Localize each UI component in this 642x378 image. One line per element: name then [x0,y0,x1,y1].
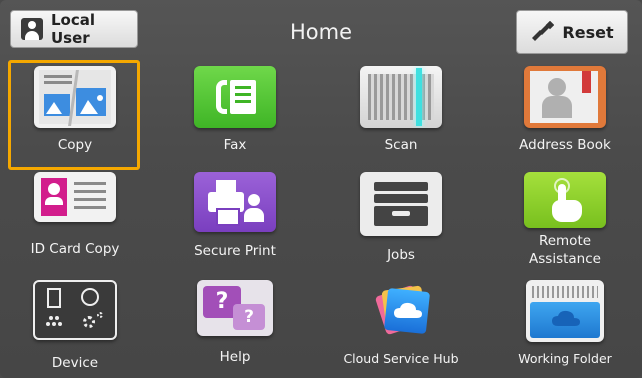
app-tile-jobs[interactable]: Jobs [326,172,476,282]
home-screen: Local User Home Reset Copy Fax Scan Addr… [0,0,642,378]
working-folder-icon [526,280,604,342]
device-icon [33,280,117,340]
secure-print-icon [194,172,276,232]
app-label: ID Card Copy [30,241,120,257]
app-tile-scan[interactable]: Scan [326,66,476,176]
app-label-line2: Assistance [529,251,601,267]
app-tile-cloud-service-hub[interactable]: Cloud Service Hub [326,280,476,378]
app-tile-address-book[interactable]: Address Book [490,66,640,176]
app-label: Help [219,349,251,365]
top-bar: Local User Home Reset [0,0,642,60]
cloud-service-hub-icon [360,280,442,342]
app-label: Device [51,355,99,371]
fax-icon [194,66,276,128]
scan-icon [360,66,442,128]
help-icon: ? ? [197,280,273,336]
reset-icon [532,21,555,41]
address-book-icon [524,66,606,128]
app-tile-secure-print[interactable]: Secure Print [160,172,310,282]
app-label: Secure Print [194,243,276,259]
app-label: Fax [223,137,247,153]
app-tile-help[interactable]: ? ? Help [160,280,310,378]
app-tile-working-folder[interactable]: Working Folder [490,280,640,378]
app-label: Scan [384,137,418,153]
app-tile-remote-assistance[interactable]: Remote Assistance [490,172,640,282]
remote-assistance-icon [524,172,606,228]
app-tile-fax[interactable]: Fax [160,66,310,176]
app-tile-id-card-copy[interactable]: ID Card Copy [0,172,150,282]
reset-button[interactable]: Reset [516,10,628,54]
app-tile-copy[interactable]: Copy [0,66,150,176]
app-label: Address Book [519,137,611,153]
app-tile-device[interactable]: Device [0,280,150,378]
app-label: Cloud Service Hub [343,351,459,366]
jobs-icon [360,172,442,236]
app-label: Jobs [387,247,415,263]
copy-icon [34,66,116,128]
app-label: Remote Assistance [529,232,601,268]
app-label-line1: Remote [538,233,592,249]
app-label: Working Folder [518,351,612,366]
reset-label: Reset [562,22,614,42]
id-card-icon [34,172,116,222]
app-label: Copy [57,137,93,153]
